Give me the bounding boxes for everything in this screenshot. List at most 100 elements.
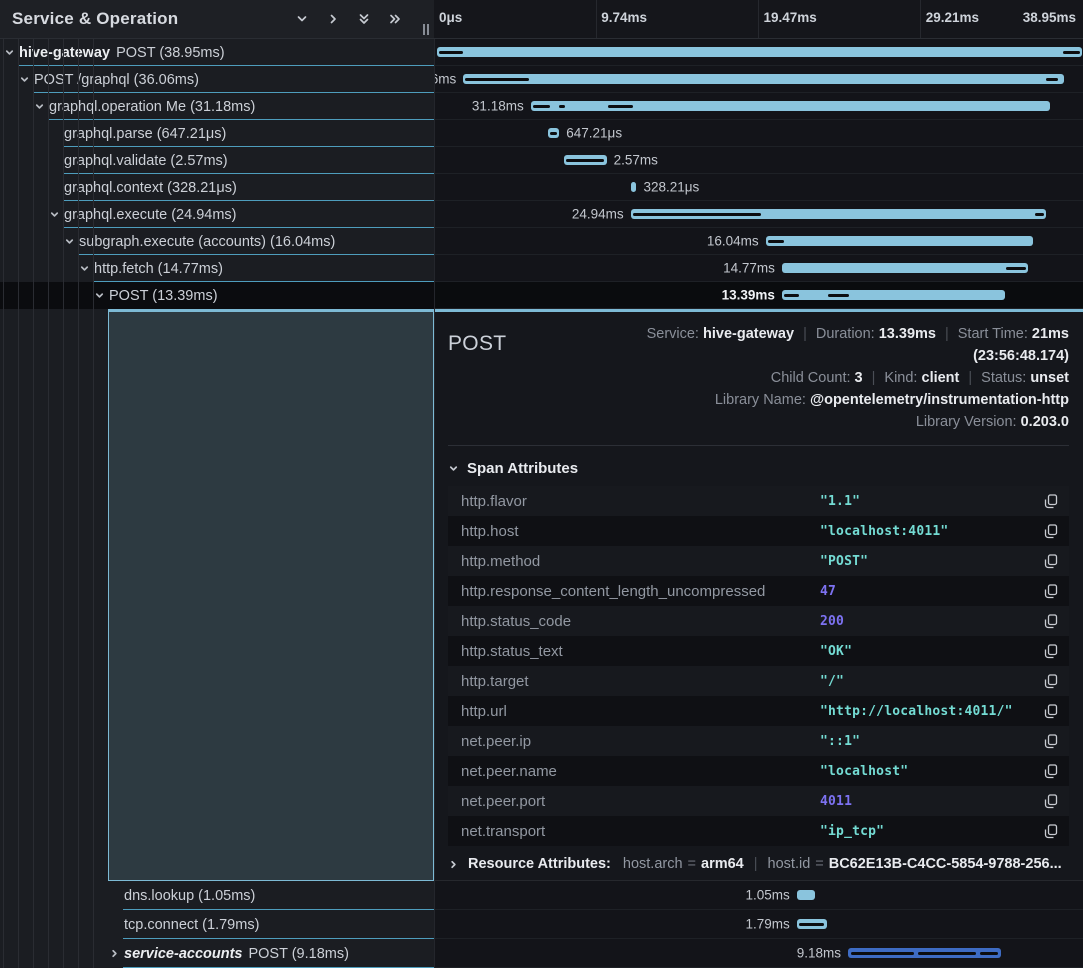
span-row[interactable]: dns.lookup (1.05ms) 1.05ms [0,881,1083,910]
timeline-cell: 9.18ms [434,939,1083,968]
copy-icon[interactable] [1033,584,1069,599]
span-row[interactable]: graphql.validate (2.57ms)2.57ms [0,147,1083,174]
copy-icon[interactable] [1033,554,1069,569]
attribute-value: 47 [820,584,1033,599]
bar-tick [768,240,784,243]
chevron-down-icon[interactable] [4,47,19,58]
span-row[interactable]: http.fetch (14.77ms)14.77ms [0,255,1083,282]
span-name: subgraph.execute (accounts) (16.04ms) [79,234,335,250]
span-bar[interactable] [631,182,637,192]
resource-attribute: host.id=BC62E13B-C4CC-5854-9788-256... [768,856,1062,872]
meta-value: hive-gateway [703,326,794,342]
equals-sign: = [688,856,696,872]
span-row[interactable]: hive-gatewayPOST (38.95ms)38.95ms [0,39,1083,66]
span-bar[interactable] [463,74,1063,84]
trace-viewer: Service & Operation 0μs 9.74ms 19.4 [0,0,1083,968]
chevron-down-icon[interactable] [79,263,94,274]
span-bar[interactable] [782,263,1028,273]
chevron-down-icon[interactable] [64,236,79,247]
copy-icon[interactable] [1033,524,1069,539]
topbar: Service & Operation 0μs 9.74ms 19.4 [0,0,1083,39]
span-bar[interactable] [782,290,1005,300]
timeline-cell: 647.21μs [434,120,1083,147]
attribute-row: http.target"/" [448,666,1069,696]
meta-separator: | [872,370,876,386]
span-duration-label: 16.04ms [707,234,759,249]
copy-icon[interactable] [1033,644,1069,659]
attribute-row: net.peer.port4011 [448,786,1069,816]
span-name: graphql.operation Me (31.18ms) [49,99,255,115]
span-row[interactable]: graphql.parse (647.21μs)647.21μs [0,120,1083,147]
timeline-cell: 38.95ms [434,39,1083,66]
chevron-down-icon[interactable] [19,74,34,85]
span-row[interactable]: graphql.execute (24.94ms)24.94ms [0,201,1083,228]
attribute-row: http.status_text"OK" [448,636,1069,666]
span-duration-label: 1.05ms [746,888,790,903]
attribute-row: http.host"localhost:4011" [448,516,1069,546]
span-tree-cell: POST /graphql (36.06ms) [0,66,434,93]
bar-tick [980,952,998,955]
span-row[interactable]: subgraph.execute (accounts) (16.04ms) 16.… [0,228,1083,255]
attribute-key: net.peer.port [448,793,820,810]
bar-tick [633,213,761,216]
span-detail-panel: POST Service: hive-gateway|Duration: 13.… [434,309,1083,881]
bar-tick [799,923,824,926]
span-name: dns.lookup (1.05ms) [124,888,255,904]
chevron-down-icon[interactable] [94,290,109,301]
copy-icon[interactable] [1033,674,1069,689]
span-meta-line: Library Name: @opentelemetry/instrumenta… [568,389,1069,411]
ruler-tick: 0μs [439,10,462,25]
span-row[interactable]: POST /graphql (36.06ms)36.06ms [0,66,1083,93]
attribute-value: "localhost:4011" [820,524,1033,539]
span-row[interactable]: graphql.context (328.21μs)328.21μs [0,174,1083,201]
span-bar[interactable] [797,890,815,900]
span-row[interactable]: POST (13.39ms)13.39ms [0,282,1083,309]
meta-label: Library Version: [916,414,1021,430]
copy-icon[interactable] [1033,734,1069,749]
service-name: hive-gateway [19,45,110,61]
span-row[interactable]: graphql.operation Me (31.18ms)31.18ms [0,93,1083,120]
copy-icon[interactable] [1033,824,1069,839]
attribute-key: http.method [448,553,820,570]
meta-value: 3 [855,370,863,386]
double-chevron-down-icon[interactable] [357,12,371,26]
chevron-down-icon[interactable] [34,101,49,112]
span-duration-label: 2.57ms [614,153,658,168]
span-duration-label: 647.21μs [566,126,622,141]
span-tree-cell: hive-gatewayPOST (38.95ms) [0,39,434,66]
meta-label: Start Time: [958,326,1032,342]
meta-label: Child Count: [771,370,855,386]
resource-attributes-title: Resource Attributes: [468,856,611,872]
span-tree-cell: POST (13.39ms) [0,282,434,309]
timeline-cell: 24.94ms [434,201,1083,228]
copy-icon[interactable] [1033,614,1069,629]
span-tree-cell: graphql.operation Me (31.18ms) [0,93,434,120]
copy-icon[interactable] [1033,494,1069,509]
chevron-right-icon[interactable] [109,948,124,959]
panel-divider[interactable] [434,0,435,968]
attribute-value: "::1" [820,734,1033,749]
chevron-down-icon[interactable] [295,12,309,26]
attribute-key: net.peer.ip [448,733,820,750]
span-row[interactable]: service-accountsPOST (9.18ms) 9.18ms [0,939,1083,968]
meta-separator: | [945,326,949,342]
timeline-cell: 14.77ms [434,255,1083,282]
copy-icon[interactable] [1033,764,1069,779]
span-bar[interactable] [437,47,1082,57]
chevron-down-icon[interactable] [49,209,64,220]
copy-icon[interactable] [1033,704,1069,719]
span-meta-line: Service: hive-gateway|Duration: 13.39ms|… [568,323,1069,367]
resource-attributes-toggle[interactable]: Resource Attributes: host.arch=arm64|hos… [448,856,1069,872]
resource-value: arm64 [701,856,744,872]
span-row[interactable]: tcp.connect (1.79ms)1.79ms [0,910,1083,939]
span-bar[interactable] [766,236,1033,246]
chevron-right-icon[interactable] [326,12,340,26]
double-chevron-right-icon[interactable] [388,12,402,26]
column-resize-handle[interactable] [423,24,429,35]
attribute-key: http.target [448,673,820,690]
copy-icon[interactable] [1033,794,1069,809]
ruler-tick: 19.47ms [764,10,817,25]
span-name: service-accountsPOST (9.18ms) [124,946,349,962]
attribute-value: 4011 [820,794,1033,809]
span-attributes-section-toggle[interactable]: Span Attributes [448,455,1069,481]
